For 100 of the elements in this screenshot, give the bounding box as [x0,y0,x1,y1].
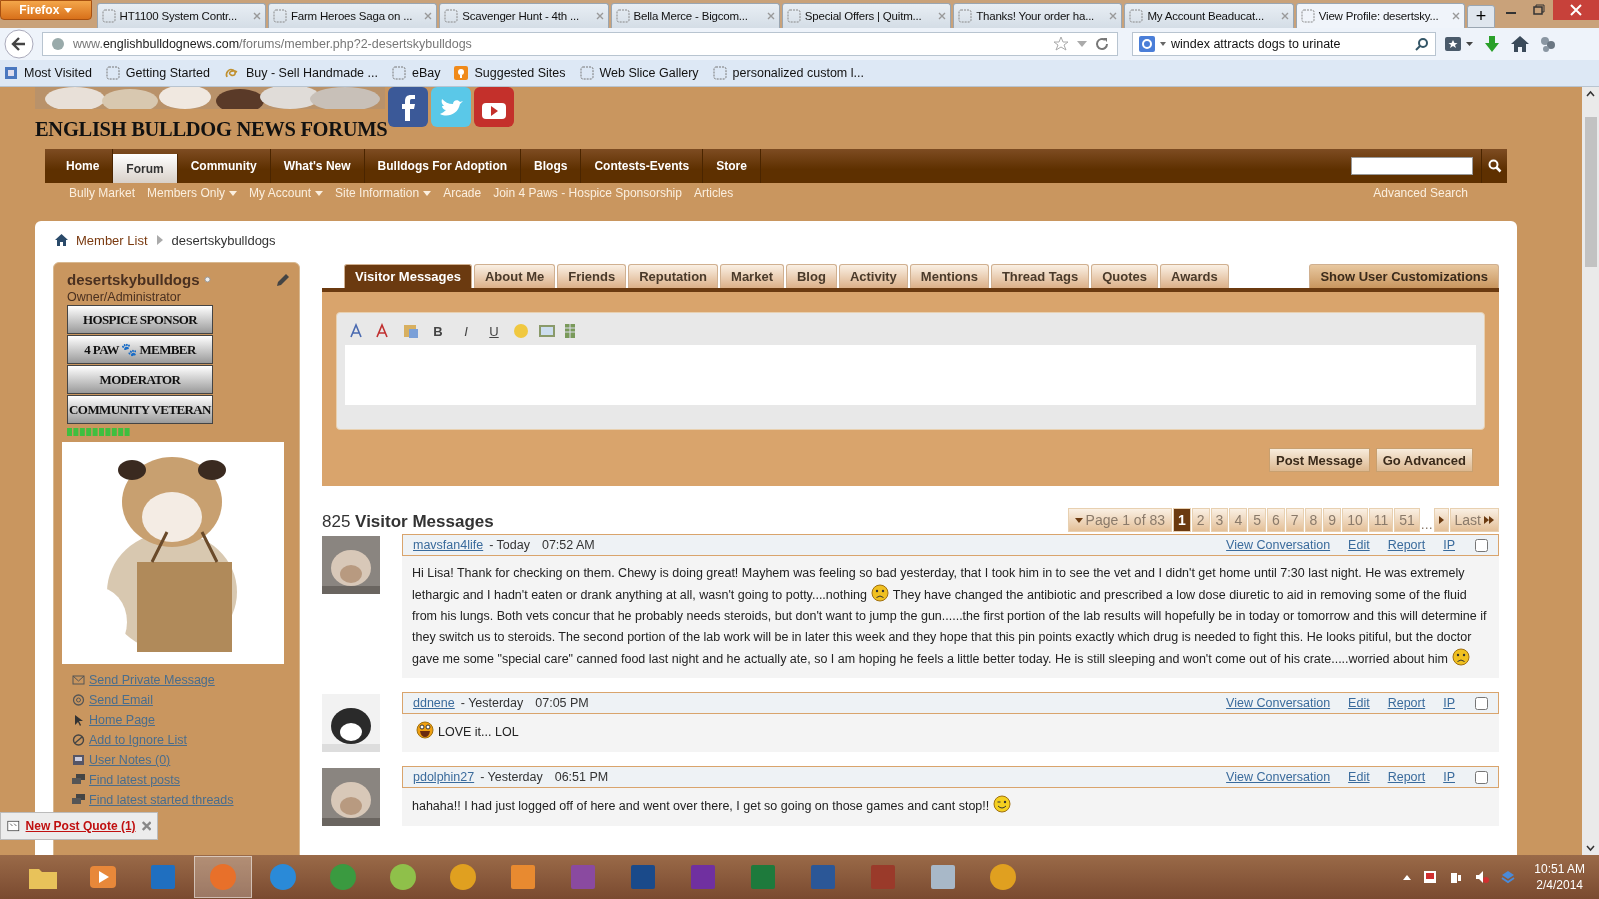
format-button[interactable]: B [427,321,449,341]
close-icon[interactable] [424,12,433,20]
message-action-link[interactable]: Report [1387,696,1426,710]
browser-tab[interactable]: Special Offers | Quitm... [781,3,952,28]
message-action-link[interactable]: Edit [1348,696,1370,710]
reload-icon[interactable] [1095,37,1109,51]
nav-tab[interactable]: What's New [270,149,365,183]
flag-icon[interactable] [1422,869,1439,885]
bookmark-link[interactable]: eBay [391,66,441,80]
bookmark-link[interactable]: Buy - Sell Handmade ... [223,66,378,80]
bookmark-link[interactable]: Suggested Sites [454,66,566,80]
tray-arrow-icon[interactable] [1402,873,1413,881]
box-icon[interactable] [1500,869,1517,885]
form-button[interactable]: Go Advanced [1375,448,1473,472]
close-icon[interactable] [141,820,151,832]
address-bar[interactable]: www.englishbulldognews.com/forums/member.php?2-desertskybulldogs [42,32,1118,56]
message-action-link[interactable]: IP [1443,770,1455,784]
bookmark-link[interactable]: personalized custom l... [712,66,864,80]
author-link[interactable]: ddnene [413,696,455,710]
close-icon[interactable] [766,12,775,20]
profile-tab[interactable]: Thread Tags [990,264,1090,288]
message-checkbox[interactable] [1475,538,1488,552]
home-icon[interactable] [55,234,68,246]
search-field[interactable] [1351,157,1473,175]
browser-tab[interactable]: Bella Merce - Bigcom... [610,3,780,28]
customizations-button[interactable]: Show User Customizations [1309,264,1499,288]
profile-tab[interactable]: Activity [838,264,908,288]
profile-tab[interactable]: Mentions [909,264,989,288]
browser-tab[interactable]: Farm Heroes Saga on ... [267,3,438,28]
nav-tab[interactable]: Blogs [521,149,582,183]
download-icon[interactable] [1482,34,1502,54]
author-link[interactable]: mavsfan4life [413,538,484,552]
browser-tab[interactable]: Scavenger Hunt - 4th ... [439,3,609,28]
browser-tab[interactable]: Thanks! Your order ha... [953,3,1123,28]
facebook-icon[interactable] [388,87,428,127]
search-icon[interactable] [1415,37,1429,51]
form-button[interactable]: Post Message [1268,448,1370,472]
message-action-link[interactable]: IP [1443,696,1455,710]
browser-tab[interactable]: My Account Beaducat... [1124,3,1294,28]
video-icon[interactable] [474,87,514,127]
author-link[interactable]: pdolphin27 [413,770,475,784]
close-icon[interactable] [595,12,604,20]
extension-icon[interactable] [1538,34,1558,54]
scrollbar[interactable] [1582,87,1599,855]
table-icon[interactable] [563,323,577,339]
profile-tab[interactable]: Awards [1160,264,1229,288]
nav-tab[interactable]: Forum [113,154,178,183]
bookmark-link[interactable]: Web Slice Gallery [579,66,699,80]
volume-muted-icon[interactable] [1474,869,1491,885]
message-checkbox[interactable] [1475,770,1488,784]
back-button[interactable] [4,29,34,59]
bookmarks-icon[interactable] [1444,35,1474,53]
format-button[interactable]: I [455,321,477,341]
search-field[interactable]: windex attracts dogs to urinate [1132,32,1436,56]
message-action-link[interactable]: IP [1443,538,1455,552]
image-icon[interactable] [537,323,557,339]
next-page-button[interactable] [1433,508,1449,532]
close-icon[interactable] [1109,12,1118,20]
star-icon[interactable] [1053,36,1069,52]
message-action-link[interactable]: Report [1387,770,1426,784]
close-icon[interactable] [938,12,947,20]
bookmark-link[interactable]: Most Visited [4,66,92,80]
profile-tab[interactable]: Visitor Messages [344,264,472,288]
nav-tab[interactable]: Bulldogs For Adoption [364,149,522,183]
profile-tab[interactable]: Reputation [628,264,719,288]
page-button[interactable]: 1 [1173,508,1191,532]
paste-icon[interactable] [401,323,421,339]
search-engine-icon[interactable] [1139,36,1155,52]
close-icon[interactable] [1452,12,1461,20]
message-checkbox[interactable] [1475,696,1488,710]
nav-tab[interactable]: Store [703,149,761,183]
profile-tab[interactable]: Market [720,264,784,288]
browser-tab[interactable]: View Profile: desertsky... [1295,3,1466,28]
profile-tab[interactable]: Quotes [1091,264,1159,288]
dropdown-icon[interactable] [1160,42,1166,46]
nav-tab[interactable]: Community [177,149,271,183]
message-action-link[interactable]: Edit [1348,538,1370,552]
close-icon[interactable] [1280,12,1289,20]
format-button[interactable]: U [483,321,505,341]
new-tab-button[interactable]: + [1467,5,1495,28]
message-action-link[interactable]: View Conversation [1226,538,1331,552]
close-icon[interactable] [252,12,261,20]
profile-tab[interactable]: About Me [474,264,556,288]
home-icon[interactable] [1510,34,1530,54]
bookmark-link[interactable]: Getting Started [105,66,210,80]
profile-tab[interactable]: Friends [557,264,627,288]
nav-tab[interactable]: Contests-Events [581,149,704,183]
pencil-icon[interactable] [275,271,291,288]
profile-tab[interactable]: Blog [786,264,837,288]
scrollbar-thumb[interactable] [1584,117,1597,267]
notification-popup[interactable]: New Post Quote (1) [0,812,158,840]
message-action-link[interactable]: View Conversation [1226,696,1331,710]
breadcrumb-link[interactable]: Member List [76,232,148,248]
browser-tab[interactable]: HT1100 System Contr... [96,3,266,28]
message-action-link[interactable]: Edit [1348,770,1370,784]
rank-badge: MODERATOR [67,365,213,394]
message-action-link[interactable]: Report [1387,538,1426,552]
message-text: Hi Lisa! Thank for checking on them. Chewy is doing great! Mayhem was feeling so bad yesterday, that I took him in to see the vet and I didn't get home until 7:30 last night. He was extremely lethargic and I hadn't eaten or drank anything at all, wasn't going to potty....nothing They have changed the antibiotic and prescribed a low dose diuretic to aid in removing some of the fluid from his lungs. Both vets concur that he probably needs steroids, but don't want to jump the gun......the first portion of the lab results will hopefully be in today or tomorrow and this will determine if they switch us to steroids. The second portion of the lab work will be in later this week and they hope that this pin points exactly which drug is needed to fight this. He looks pitiful, but the doctor gave me some "special care" canned food last night and he actually ate, so I am hoping he feels a little better today. He is still sleeping and won't come out of his crate.....worried about him [411,565,1488,668]
close-icon[interactable] [1553,0,1599,20]
message-action-link[interactable]: View Conversation [1226,770,1331,784]
